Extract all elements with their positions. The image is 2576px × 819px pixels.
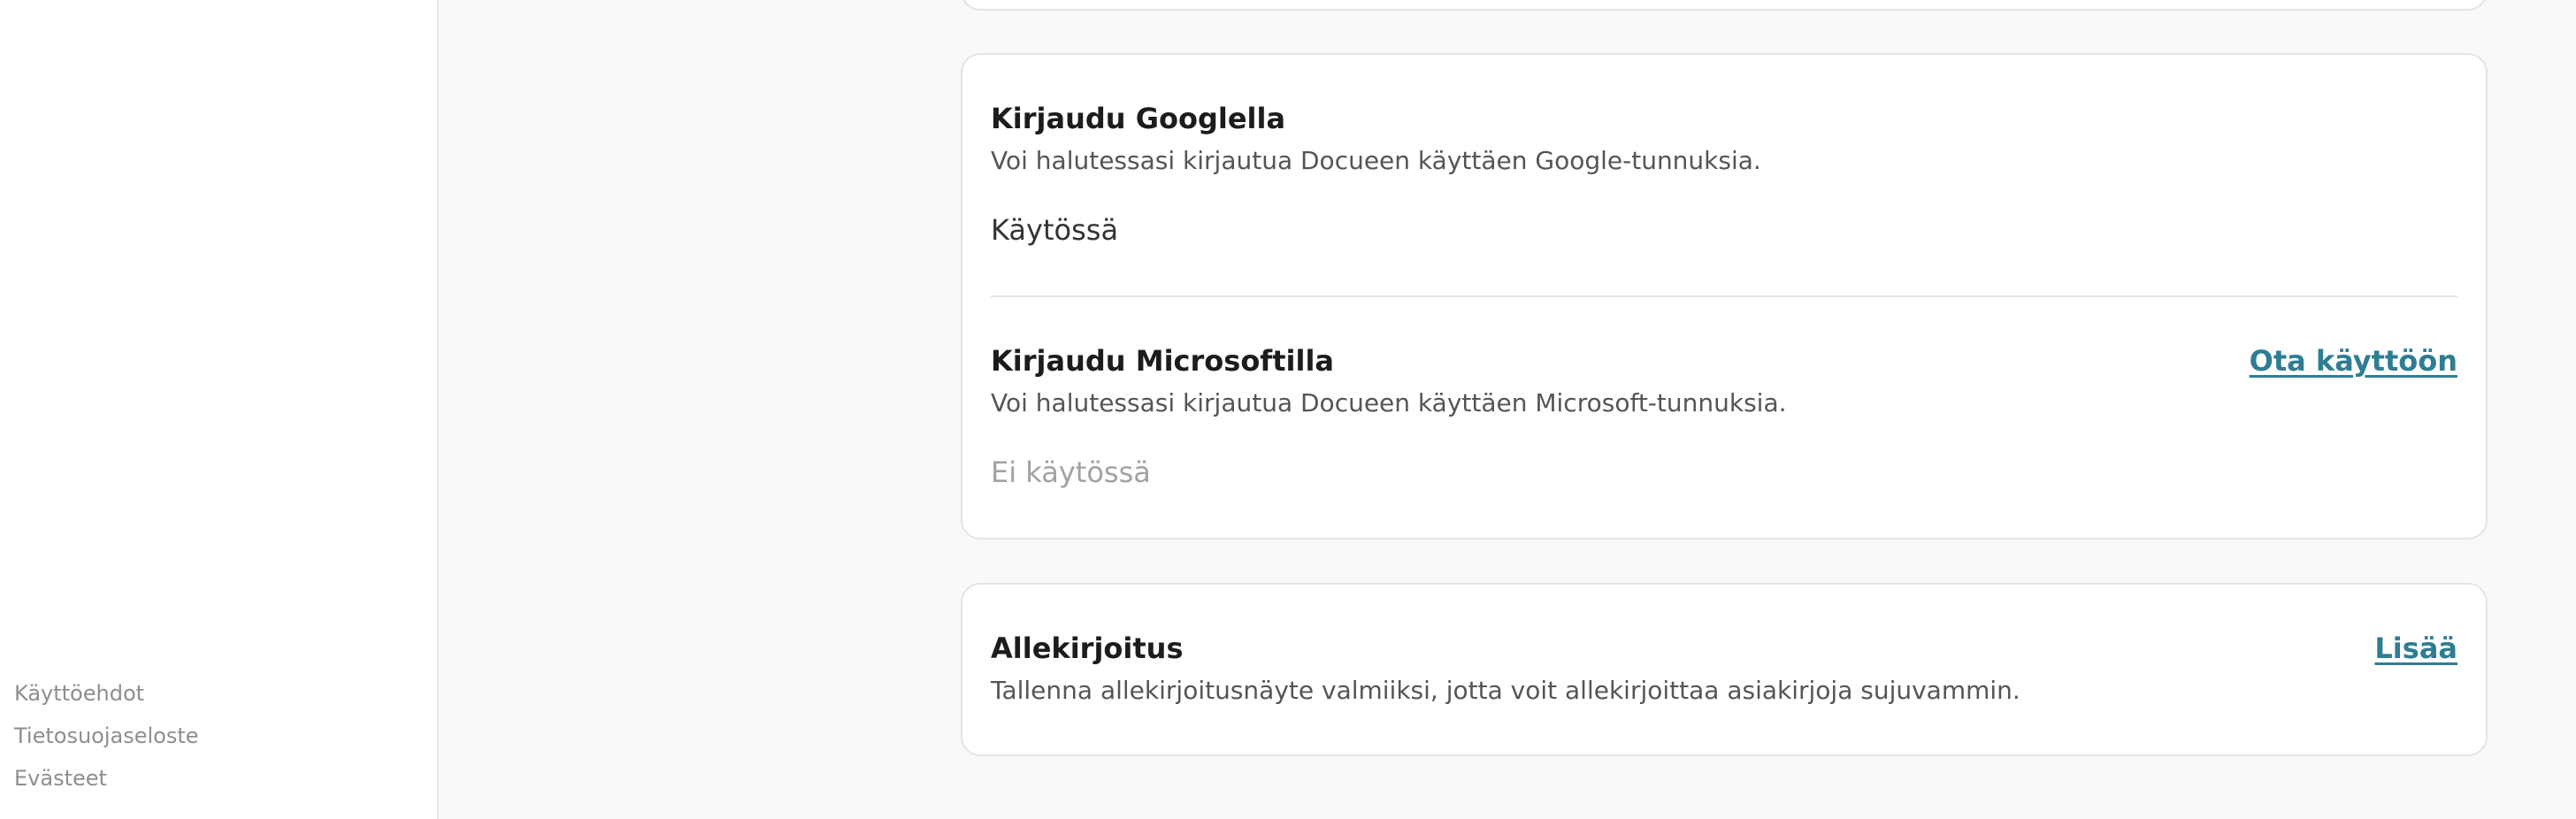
microsoft-login-description: Voi halutessasi kirjautua Docueen käyttä…	[991, 388, 1787, 417]
sidebar: Käyttöehdot Tietosuojaseloste Evästeet	[0, 0, 439, 819]
google-login-status: Käytössä	[991, 213, 1119, 247]
signature-title: Allekirjoitus	[991, 631, 1184, 665]
microsoft-login-title: Kirjaudu Microsoftilla	[991, 344, 1335, 378]
microsoft-login-status: Ei käytössä	[991, 455, 1151, 489]
privacy-policy-link[interactable]: Tietosuojaseloste	[14, 715, 199, 757]
signature-description: Tallenna allekirjoitusnäyte valmiiksi, j…	[991, 676, 2020, 705]
enable-microsoft-login-link[interactable]: Ota käyttöön	[2250, 341, 2457, 380]
microsoft-login-section: Kirjaudu Microsoftilla Ota käyttöön Voi …	[991, 341, 2457, 492]
signature-section: Allekirjoitus Lisää Tallenna allekirjoit…	[991, 629, 2457, 708]
google-login-title: Kirjaudu Googlella	[991, 102, 1286, 135]
terms-link[interactable]: Käyttöehdot	[14, 672, 199, 715]
main-content: Kirjaudu Googlella Voi halutessasi kirja…	[441, 0, 2576, 819]
sidebar-footer-links: Käyttöehdot Tietosuojaseloste Evästeet	[14, 672, 199, 800]
google-login-description: Voi halutessasi kirjautua Docueen käyttä…	[991, 146, 1761, 175]
add-signature-link[interactable]: Lisää	[2374, 629, 2457, 668]
previous-settings-card	[961, 0, 2488, 11]
section-divider	[991, 295, 2457, 297]
cookies-link[interactable]: Evästeet	[14, 757, 199, 800]
google-login-section: Kirjaudu Googlella Voi halutessasi kirja…	[991, 99, 2457, 249]
login-methods-card: Kirjaudu Googlella Voi halutessasi kirja…	[961, 53, 2488, 540]
signature-card: Allekirjoitus Lisää Tallenna allekirjoit…	[961, 583, 2488, 756]
